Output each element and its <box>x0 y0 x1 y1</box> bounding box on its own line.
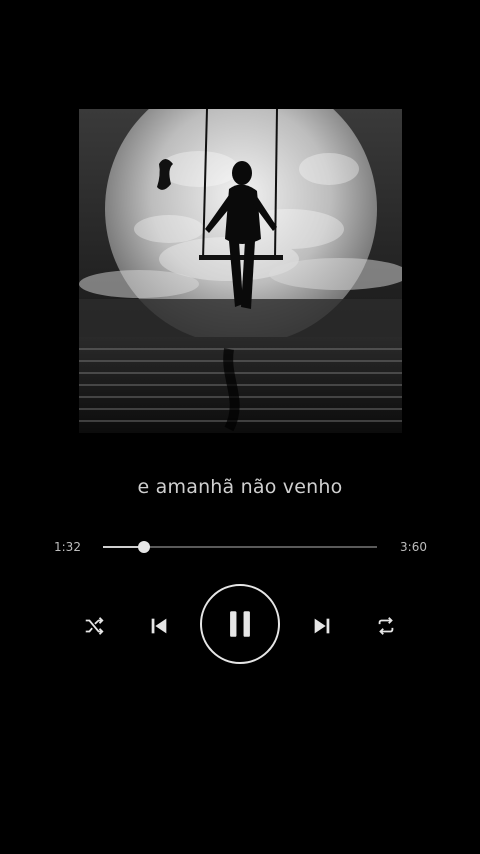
repeat-button[interactable] <box>374 614 398 638</box>
skip-next-icon <box>314 618 330 634</box>
elapsed-time: 1:32 <box>54 540 81 554</box>
playback-controls <box>0 584 480 668</box>
pause-icon <box>230 611 250 637</box>
moon-swing-illustration <box>79 109 402 433</box>
total-time: 3:60 <box>400 540 427 554</box>
album-artwork <box>79 109 402 433</box>
skip-previous-icon <box>151 618 167 634</box>
shuffle-icon <box>85 617 104 635</box>
previous-button[interactable] <box>147 614 171 638</box>
next-button[interactable] <box>310 614 334 638</box>
seek-bar[interactable] <box>103 541 377 553</box>
shuffle-button[interactable] <box>82 614 106 638</box>
seek-thumb[interactable] <box>138 541 151 553</box>
repeat-icon <box>378 617 394 635</box>
lyric-line: e amanhã não venho <box>137 476 343 498</box>
play-pause-button[interactable] <box>200 584 280 664</box>
